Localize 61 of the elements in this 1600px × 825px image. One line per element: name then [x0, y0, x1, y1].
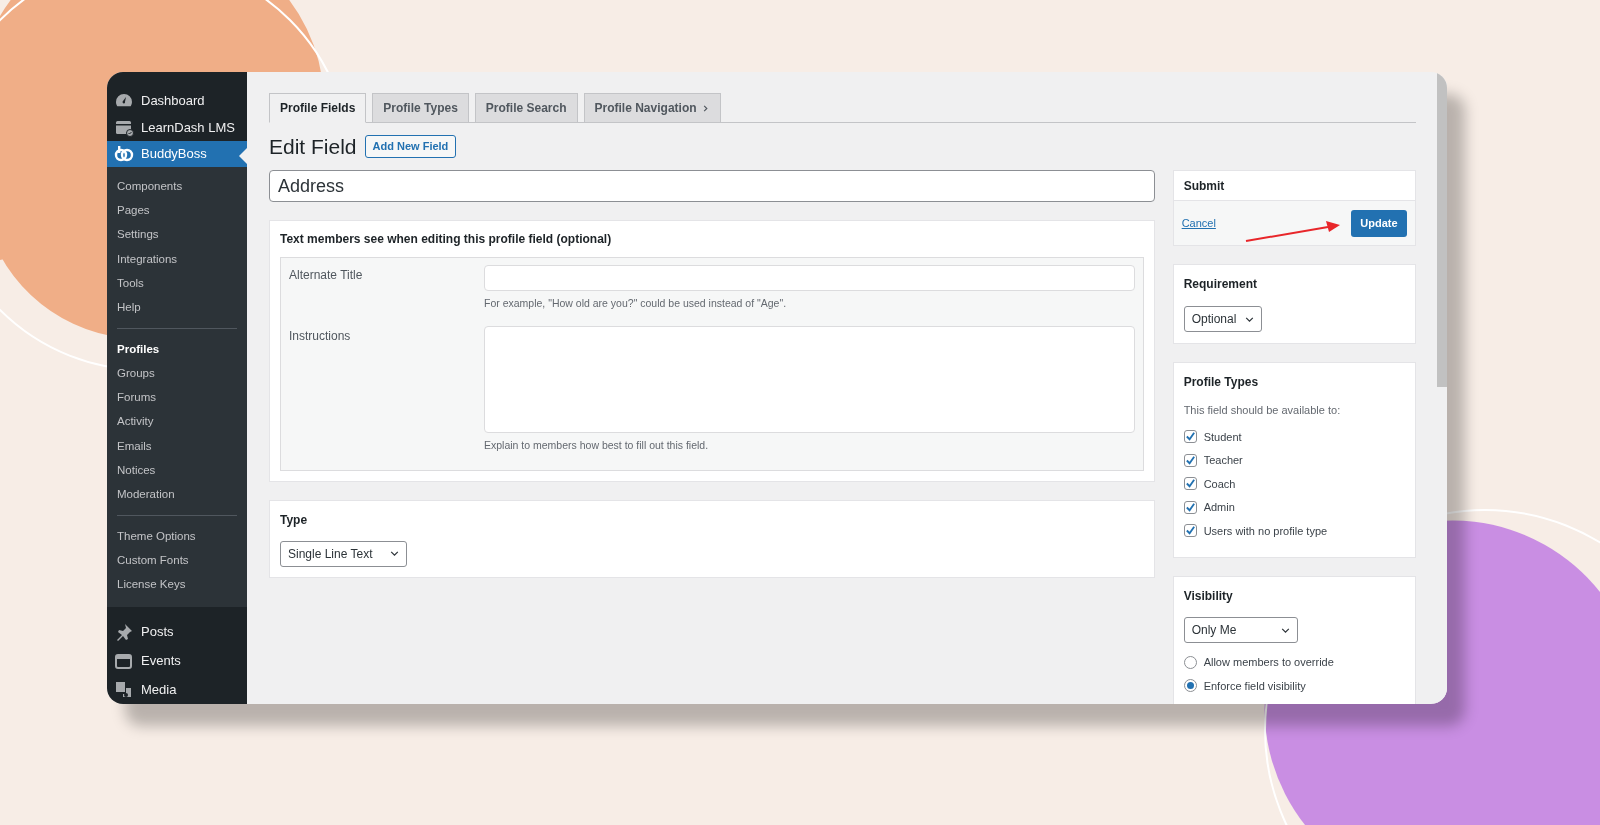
panel-title: Requirement [1183, 276, 1258, 293]
type-select[interactable]: Single Line Text [280, 540, 407, 567]
submenu-item[interactable]: Settings [107, 222, 247, 248]
menu-item[interactable]: Media [107, 675, 247, 704]
requirement-select[interactable]: Optional [1183, 306, 1262, 332]
field-name-input[interactable]: Address [269, 170, 1155, 202]
submenu-item[interactable]: Theme Options [107, 524, 247, 549]
tab[interactable]: Profile Navigation [583, 93, 721, 123]
field-hint: For example, "How old are you?" could be used instead of "Age". [484, 296, 788, 311]
menu-item[interactable]: Posts [107, 617, 247, 646]
submenu-item[interactable]: Custom Fonts [107, 548, 247, 573]
panel-title: Profile Types [1183, 374, 1260, 391]
submenu-item[interactable]: Help [107, 295, 247, 321]
page-title: Edit Field [269, 133, 357, 160]
checkbox[interactable] [1183, 477, 1197, 491]
checkbox-label: Coach [1203, 476, 1236, 492]
checkbox-label: Student [1203, 429, 1242, 445]
checkbox-label: Users with no profile type [1203, 523, 1328, 539]
submenu-item[interactable]: Tools [107, 271, 247, 296]
cancel-link[interactable]: Cancel [1181, 214, 1216, 232]
add-new-field-button[interactable]: Add New Field [364, 135, 457, 158]
checkbox[interactable] [1183, 430, 1197, 444]
checkbox[interactable] [1183, 500, 1197, 514]
submenu-item[interactable]: License Keys [107, 572, 247, 597]
submenu-item[interactable]: Groups [107, 361, 247, 386]
checkbox-label: Admin [1203, 500, 1235, 515]
submenu-item[interactable]: Moderation [107, 482, 247, 508]
checkbox[interactable] [1183, 453, 1197, 467]
submenu-item[interactable]: Emails [107, 434, 247, 459]
tab[interactable]: Profile Types [372, 93, 469, 123]
panel-title: Text members see when editing this profile field (optional) [280, 231, 613, 248]
panel-description: This field should be available to: [1183, 403, 1342, 418]
scrollbar-thumb[interactable] [1437, 72, 1447, 387]
checkbox-label: Teacher [1203, 453, 1243, 468]
submenu-item[interactable]: Activity [107, 409, 247, 435]
checkbox[interactable] [1183, 524, 1197, 538]
visibility-select[interactable]: Only Me [1183, 617, 1298, 643]
submenu-item[interactable]: Integrations [107, 247, 247, 272]
update-button[interactable]: Update [1351, 209, 1407, 237]
submenu-item[interactable]: Notices [107, 458, 247, 483]
menu-item[interactable]: Events [107, 646, 247, 675]
panel-title: Type [280, 511, 309, 529]
menu-item[interactable]: Dashboard [107, 88, 247, 115]
radio-button[interactable] [1183, 655, 1197, 669]
panel-title: Visibility [1183, 588, 1234, 605]
radio-label: Allow members to override [1203, 655, 1334, 670]
field-label: Instructions [289, 327, 352, 345]
submenu-item[interactable]: Pages [107, 198, 247, 223]
menu-item[interactable]: LearnDash LMS [107, 114, 247, 141]
alternate-title-input[interactable] [484, 265, 1135, 291]
field-label: Alternate Title [289, 267, 364, 284]
radio-button[interactable] [1183, 679, 1197, 693]
tab[interactable]: Profile Search [474, 93, 578, 123]
field-hint: Explain to members how best to fill out this field. [484, 437, 710, 453]
submenu-item[interactable]: Profiles [107, 337, 247, 362]
menu-item[interactable]: BuddyBoss [107, 140, 247, 168]
tab[interactable]: Profile Fields [269, 93, 367, 123]
media-icon [114, 679, 134, 700]
submenu-item[interactable]: Components [107, 174, 247, 199]
submenu-item[interactable]: Forums [107, 385, 247, 410]
radio-label: Enforce field visibility [1203, 678, 1306, 694]
